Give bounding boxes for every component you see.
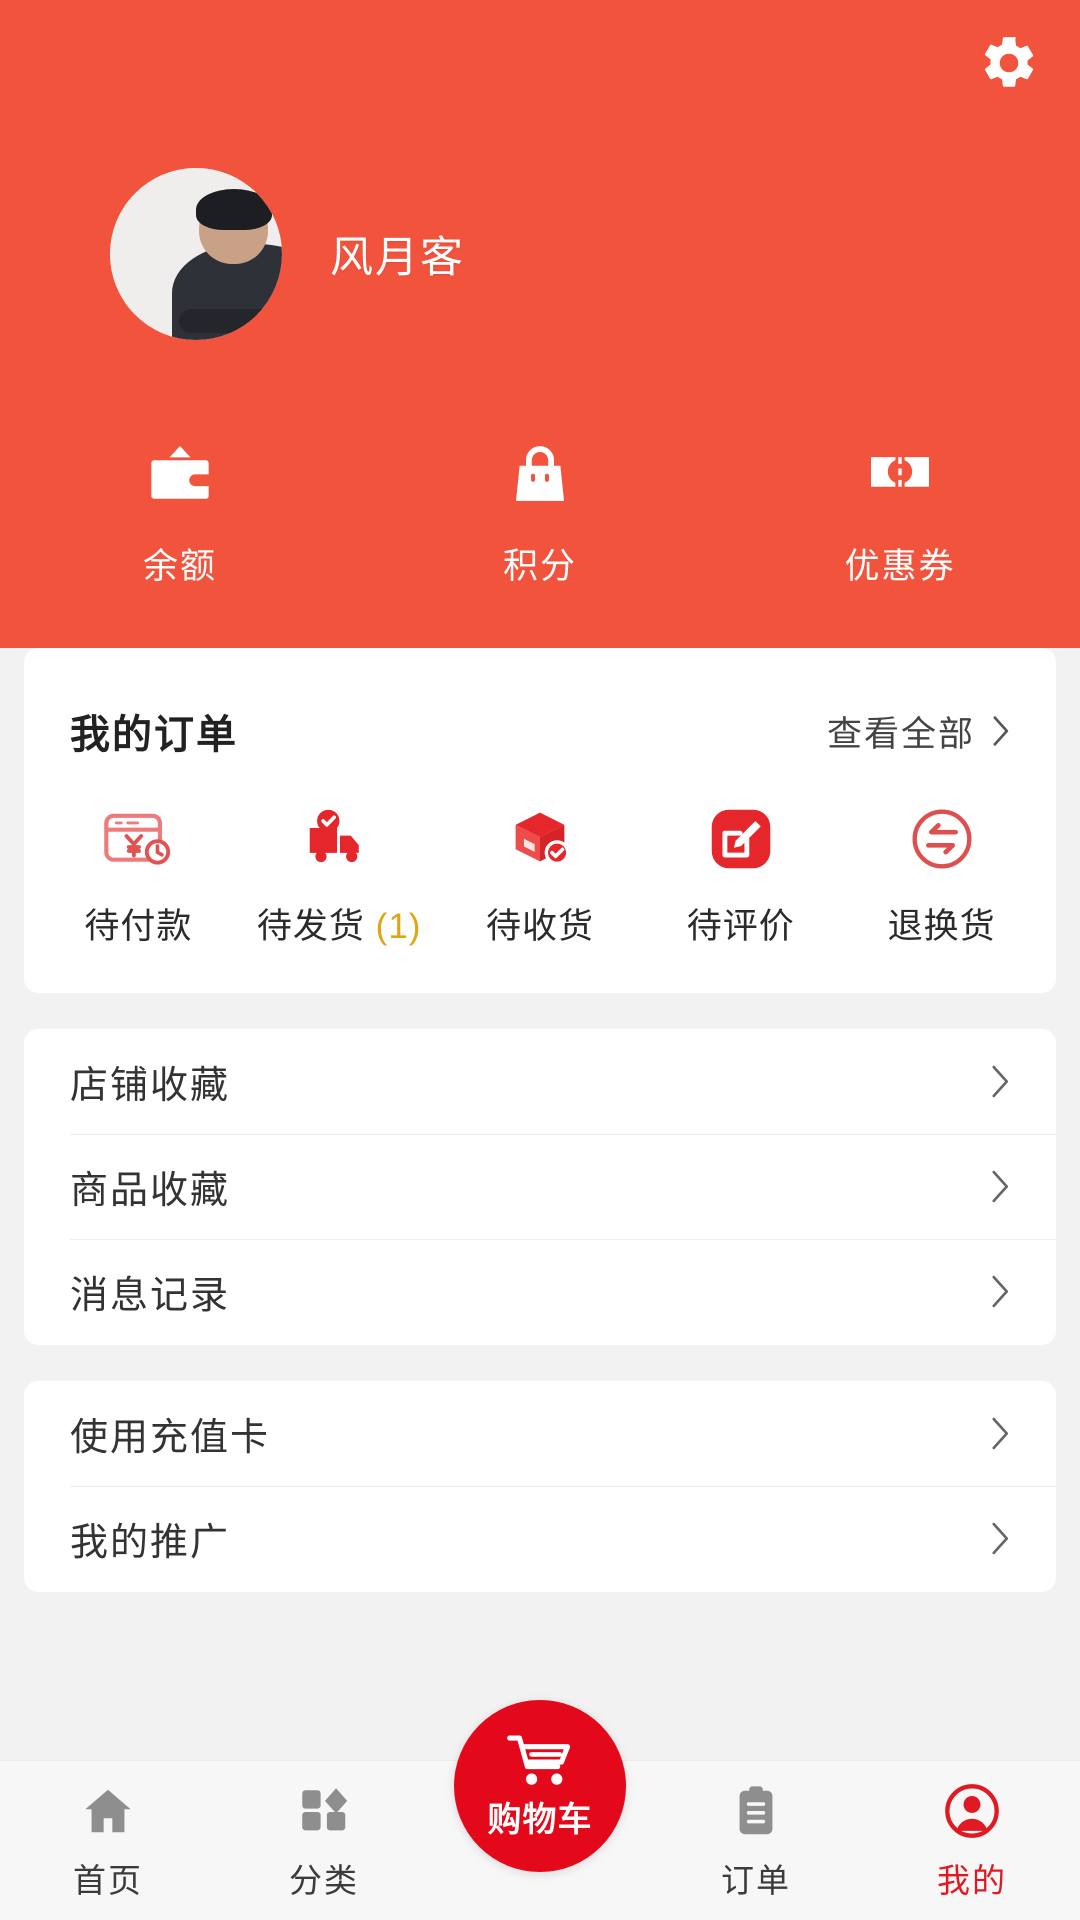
orders-card-header: 我的订单 查看全部 [24,648,1056,760]
menu-item-product-favorites[interactable]: 商品收藏 [24,1134,1056,1239]
shopping-cart-icon [503,1732,577,1788]
home-icon [79,1780,137,1842]
clipboard-icon [727,1780,785,1842]
chevron-right-icon [992,1522,1010,1555]
grid-icon [295,1780,353,1842]
avatar-arms [178,309,282,334]
menu-card-extras: 使用充值卡 我的推广 [24,1381,1056,1592]
pending-receipt-icon [501,800,579,878]
pending-review-icon [702,800,780,878]
order-label: 待发货 (1) [256,907,422,946]
gear-icon [978,32,1040,99]
stats-row: 余额 积分 优惠券 [0,430,1080,589]
menu-item-label: 消息记录 [70,1275,231,1317]
tab-category[interactable]: 分类 [216,1780,432,1902]
avatar[interactable] [110,168,282,340]
chevron-right-icon [993,716,1010,746]
menu-item-label: 使用充值卡 [70,1417,271,1459]
tab-orders[interactable]: 订单 [648,1780,864,1902]
order-status-pending-payment[interactable]: 待付款 [38,800,239,949]
order-label: 待收货 [485,907,594,946]
stat-balance[interactable]: 余额 [0,430,360,589]
stat-points-label: 积分 [502,547,577,586]
handbag-icon [503,430,577,512]
menu-item-label: 店铺收藏 [70,1065,231,1107]
tab-label: 首页 [73,1861,143,1899]
stat-points[interactable]: 积分 [360,430,720,589]
menu-item-label: 我的推广 [70,1522,231,1564]
pending-payment-icon [99,800,177,878]
user-profile[interactable]: 风月客 [110,168,465,340]
stat-coupons[interactable]: 优惠券 [720,430,1080,589]
tab-label: 分类 [289,1861,359,1899]
wallet-icon [143,430,217,512]
orders-title: 我的订单 [70,713,238,757]
chevron-right-icon [992,1170,1010,1203]
order-status-pending-shipment[interactable]: 待发货 (1) [239,800,440,949]
order-label: 待付款 [84,907,193,946]
cart-button-label: 购物车 [487,1800,593,1839]
ticket-icon [863,430,937,512]
profile-page: 风月客 余额 积分 优惠券 我的订单 查看全部 待付款 待发货 (1) 待收货 … [0,0,1080,1920]
tab-label: 订单 [721,1861,791,1899]
order-status-pending-receipt[interactable]: 待收货 [440,800,641,949]
username: 风月客 [330,234,465,282]
menu-item-message-history[interactable]: 消息记录 [24,1239,1056,1344]
menu-card-collections: 店铺收藏 商品收藏 消息记录 [24,1029,1056,1345]
settings-button[interactable] [970,26,1048,104]
return-exchange-icon [903,800,981,878]
order-status-return-exchange[interactable]: 退换货 [841,800,1042,949]
chevron-right-icon [992,1417,1010,1450]
profile-header: 风月客 余额 积分 优惠券 [0,0,1080,648]
menu-item-use-recharge-card[interactable]: 使用充值卡 [24,1381,1056,1486]
menu-item-label: 商品收藏 [70,1170,231,1212]
stat-balance-label: 余额 [142,547,217,586]
order-badge-count: (1) [375,907,422,946]
tab-label: 我的 [937,1861,1007,1899]
order-label: 待评价 [686,907,795,946]
view-all-orders-button[interactable]: 查看全部 [827,706,1010,757]
avatar-hair [196,188,272,230]
orders-grid: 待付款 待发货 (1) 待收货 待评价 退换货 [24,760,1056,949]
chevron-right-icon [992,1065,1010,1098]
tab-profile[interactable]: 我的 [864,1780,1080,1902]
stat-coupons-label: 优惠券 [844,547,956,586]
order-status-pending-review[interactable]: 待评价 [640,800,841,949]
view-all-label: 查看全部 [826,714,975,754]
tab-home[interactable]: 首页 [0,1780,216,1902]
menu-item-shop-favorites[interactable]: 店铺收藏 [24,1029,1056,1134]
chevron-right-icon [992,1275,1010,1308]
cart-button[interactable]: 购物车 [454,1700,626,1872]
orders-card: 我的订单 查看全部 待付款 待发货 (1) 待收货 待评价 退换货 [24,648,1056,993]
person-icon [943,1780,1001,1842]
order-label: 退换货 [887,907,996,946]
menu-item-my-promotion[interactable]: 我的推广 [24,1486,1056,1591]
pending-shipment-icon [300,800,378,878]
